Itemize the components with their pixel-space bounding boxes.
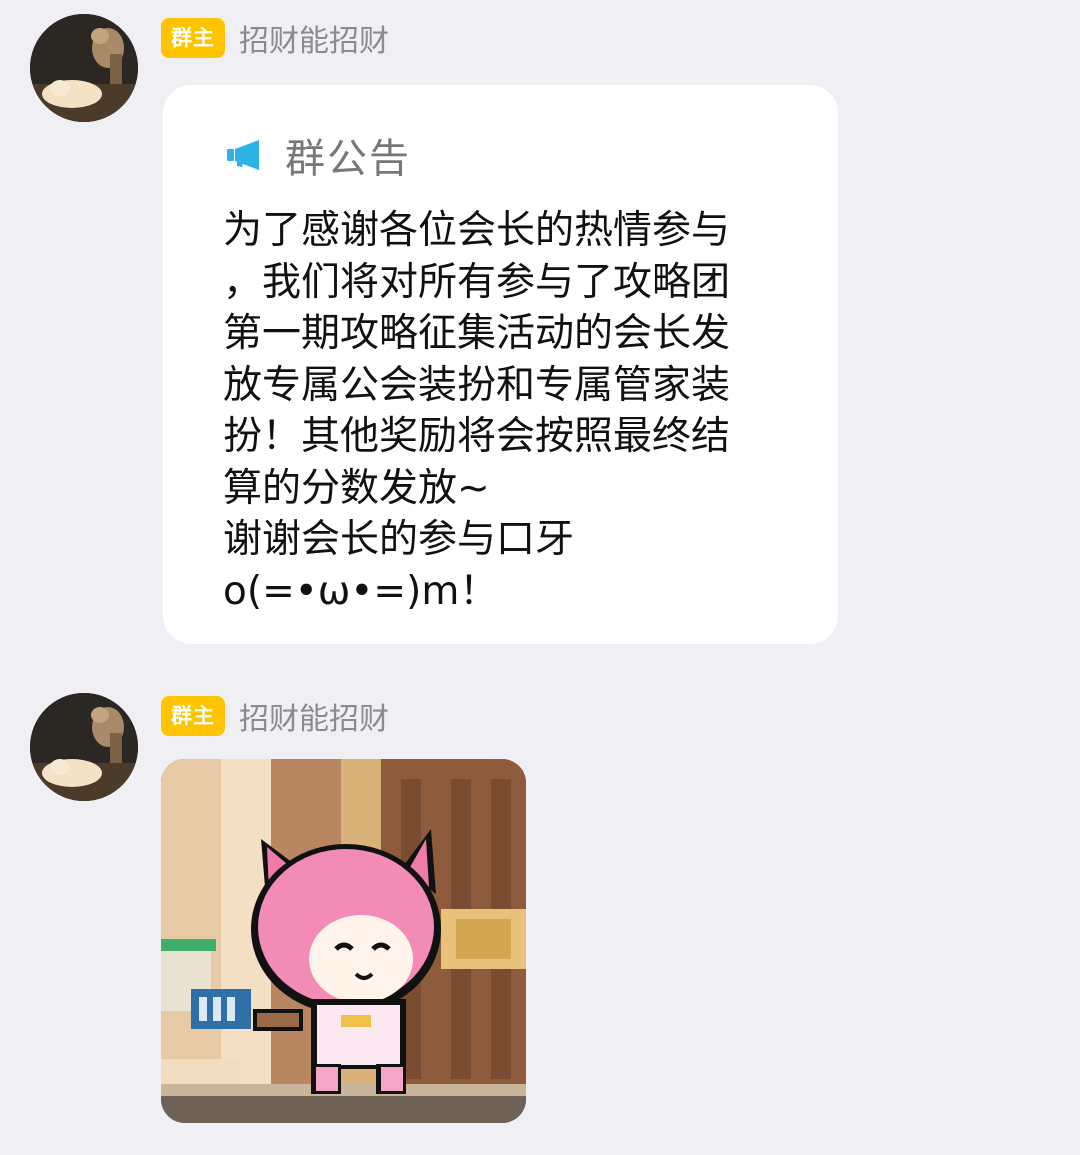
- sender-meta: 群主 招财能招财: [161, 16, 389, 60]
- sender-name[interactable]: 招财能招财: [239, 694, 389, 738]
- announcement-line: 第一期攻略征集活动的会长发: [223, 311, 731, 356]
- avatar[interactable]: [30, 14, 138, 122]
- owner-badge: 群主: [161, 696, 225, 736]
- announcement-line: o(=•ω•=)m！: [223, 568, 499, 614]
- avatar[interactable]: [30, 693, 138, 801]
- sticker-image[interactable]: [161, 759, 526, 1123]
- announcement-line: ，我们将对所有参与了攻略团: [223, 259, 731, 305]
- chat-message-1: 群主 招财能招财 群公告 为了感谢各位会长的热情参与 ，我们将对所有参与了攻略团…: [0, 0, 1080, 660]
- pixel-cat-girl-sticker: [161, 759, 526, 1123]
- sender-name[interactable]: 招财能招财: [239, 16, 389, 60]
- sender-meta: 群主 招财能招财: [161, 694, 389, 738]
- announcement-card[interactable]: 群公告 为了感谢各位会长的热情参与 ，我们将对所有参与了攻略团 第一期攻略征集活…: [163, 85, 838, 644]
- announcement-line: 放专属公会装扮和专属管家装: [223, 362, 731, 408]
- announcement-title: 群公告: [285, 136, 411, 182]
- owner-badge: 群主: [161, 18, 225, 58]
- announcement-body: 为了感谢各位会长的热情参与 ，我们将对所有参与了攻略团 第一期攻略征集活动的会长…: [223, 205, 803, 617]
- announcement-line: 为了感谢各位会长的热情参与: [223, 208, 731, 253]
- megaphone-icon: [227, 140, 259, 170]
- announcement-line: 扮！其他奖励将会按照最终结: [223, 414, 731, 459]
- announcement-line: 谢谢会长的参与口牙: [223, 517, 575, 562]
- announcement-line: 算的分数发放~: [223, 465, 490, 511]
- avatar-image: [30, 14, 138, 122]
- avatar-image: [30, 693, 138, 801]
- announcement-header: 群公告: [225, 125, 411, 185]
